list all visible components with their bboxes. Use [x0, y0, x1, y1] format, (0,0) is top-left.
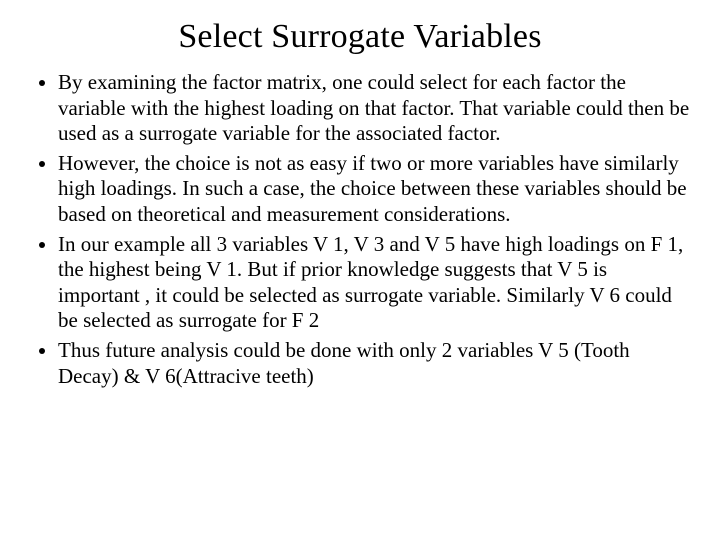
list-item: However, the choice is not as easy if tw…: [58, 151, 690, 228]
list-item: In our example all 3 variables V 1, V 3 …: [58, 232, 690, 334]
list-item: Thus future analysis could be done with …: [58, 338, 690, 389]
bullet-list: By examining the factor matrix, one coul…: [30, 70, 690, 389]
slide-title: Select Surrogate Variables: [30, 18, 690, 56]
slide: Select Surrogate Variables By examining …: [0, 0, 720, 540]
list-item: By examining the factor matrix, one coul…: [58, 70, 690, 147]
